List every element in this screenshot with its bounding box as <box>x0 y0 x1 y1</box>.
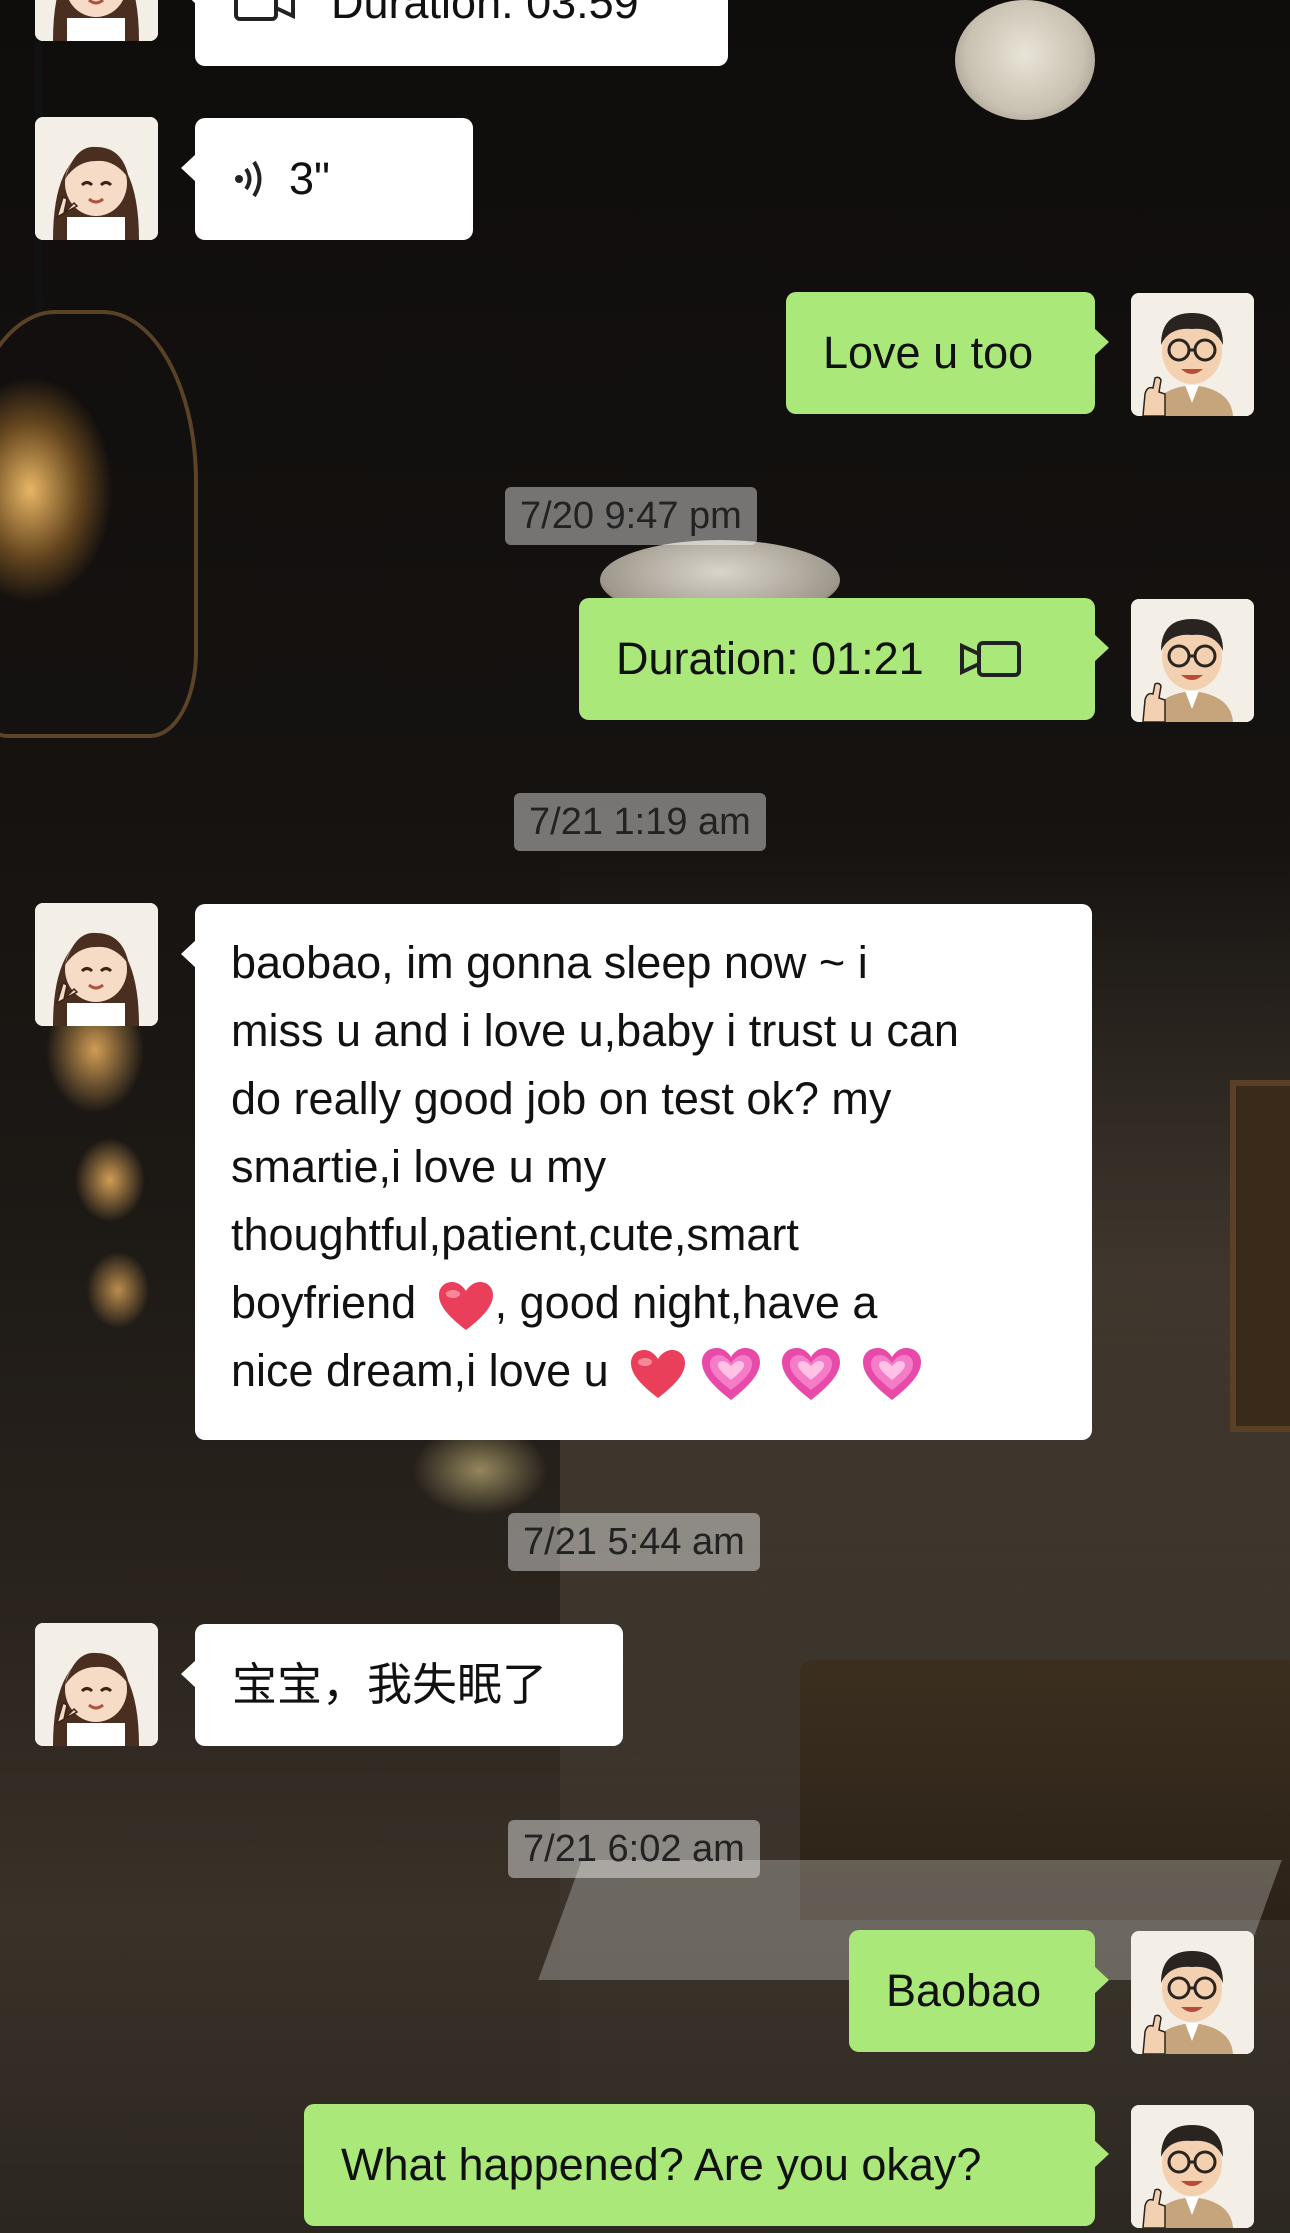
her-message-bubble[interactable]: 宝宝，我失眠了 <box>181 1624 623 1746</box>
red-heart-emoji <box>631 1350 686 1399</box>
timestamp: 7/20 9:47 pm <box>505 487 757 545</box>
my-message-bubble[interactable]: Baobao <box>849 1930 1109 2052</box>
message-line: boyfriend , good night,have a <box>231 1269 1056 1337</box>
call-duration-text: Duration: 03:59 <box>331 0 639 28</box>
my-avatar[interactable] <box>1131 2105 1254 2228</box>
message-text: What happened? Are you okay? <box>341 2139 982 2190</box>
message-line: miss u and i love u,baby i trust u can <box>231 1005 959 1056</box>
my-video-call-bubble[interactable]: Duration: 01:21 <box>579 598 1109 720</box>
video-camera-icon <box>234 0 295 21</box>
my-message-bubble[interactable]: Love u too <box>786 292 1109 414</box>
voice-wave-icon <box>235 160 262 198</box>
message-line: thoughtful,patient,cute,smart <box>231 1209 799 1260</box>
her-avatar[interactable] <box>35 1623 158 1746</box>
growing-heart-emoji <box>701 1348 760 1401</box>
my-avatar[interactable] <box>1131 599 1254 722</box>
message-text: Love u too <box>823 327 1034 378</box>
video-camera-icon <box>959 641 1021 677</box>
message-line: nice dream,i love u <box>231 1337 1056 1405</box>
her-avatar[interactable] <box>35 0 158 41</box>
growing-heart-emoji <box>782 1348 841 1401</box>
message-line: baobao, im gonna sleep now ~ i <box>231 937 868 988</box>
her-voice-bubble[interactable]: 3" <box>181 118 473 240</box>
her-message-bubble[interactable]: baobao, im gonna sleep now ~ i miss u an… <box>181 904 1092 1440</box>
my-message-bubble[interactable]: What happened? Are you okay? <box>304 2104 1109 2226</box>
timestamp: 7/21 1:19 am <box>514 793 766 851</box>
her-avatar[interactable] <box>35 117 158 240</box>
her-video-call-bubble[interactable]: Duration: 03:59 <box>181 0 728 66</box>
growing-heart-emoji <box>862 1348 921 1401</box>
timestamp: 7/21 6:02 am <box>508 1820 760 1878</box>
voice-duration-text: 3" <box>289 153 331 204</box>
message-text: 宝宝，我失眠了 <box>232 1659 548 1710</box>
my-avatar[interactable] <box>1131 1931 1254 2054</box>
call-duration-text: Duration: 01:21 <box>616 633 924 684</box>
message-text: Baobao <box>886 1965 1042 2016</box>
timestamp: 7/21 5:44 am <box>508 1513 760 1571</box>
message-line: smartie,i love u my <box>231 1141 607 1192</box>
message-line: do really good job on test ok? my <box>231 1073 892 1124</box>
my-avatar[interactable] <box>1131 293 1254 416</box>
red-heart-emoji <box>438 1282 493 1331</box>
her-avatar[interactable] <box>35 903 158 1026</box>
